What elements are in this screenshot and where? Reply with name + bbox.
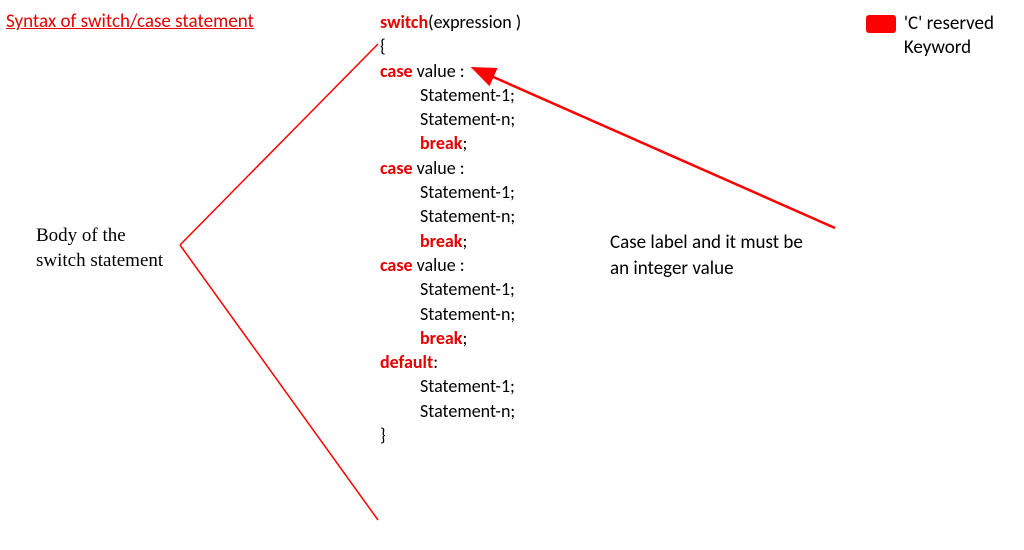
kw-break-3: break [420, 327, 462, 349]
semi-3: ; [462, 327, 467, 349]
case-label-line-1: Case label and it must be [610, 231, 803, 254]
kw-case-1: case [380, 60, 413, 82]
kw-default: default [380, 351, 433, 373]
brace-open: { [380, 34, 521, 58]
kw-break-2: break [420, 230, 462, 252]
stmt-da: Statement-1; [420, 375, 515, 397]
expr: (expression ) [428, 11, 521, 33]
legend-swatch [866, 15, 896, 33]
kw-switch: switch [380, 11, 428, 33]
default-colon: : [433, 351, 438, 373]
value-3: value : [413, 254, 465, 276]
value-2: value : [413, 157, 465, 179]
kw-break-1: break [420, 132, 462, 154]
case-arrow [473, 68, 835, 228]
body-label: Body of the switch statement [36, 224, 163, 273]
page-title: Syntax of switch/case statement [6, 10, 254, 33]
legend-line-2: Keyword [904, 36, 971, 59]
stmt-1b: Statement-n; [420, 108, 515, 130]
value-1: value : [413, 60, 465, 82]
semi-1: ; [462, 132, 467, 154]
bracket-line-top [180, 44, 378, 245]
body-label-line-1: Body of the [36, 225, 126, 246]
stmt-1a: Statement-1; [420, 84, 515, 106]
stmt-3b: Statement-n; [420, 303, 515, 325]
semi-2: ; [462, 230, 467, 252]
stmt-2a: Statement-1; [420, 181, 515, 203]
legend-text: 'C' reserved Keyword [904, 12, 994, 60]
stmt-db: Statement-n; [420, 400, 515, 422]
case-label: Case label and it must be an integer val… [610, 230, 803, 281]
legend: 'C' reserved Keyword [866, 12, 994, 60]
kw-case-3: case [380, 254, 413, 276]
case-label-line-2: an integer value [610, 257, 734, 280]
code-block: switch(expression ) { case value : State… [380, 10, 521, 447]
stmt-2b: Statement-n; [420, 205, 515, 227]
bracket-line-bottom [180, 245, 378, 520]
stmt-3a: Statement-1; [420, 278, 515, 300]
brace-close: } [380, 423, 521, 447]
kw-case-2: case [380, 157, 413, 179]
body-label-line-2: switch statement [36, 250, 163, 271]
legend-line-1: 'C' reserved [904, 12, 994, 35]
